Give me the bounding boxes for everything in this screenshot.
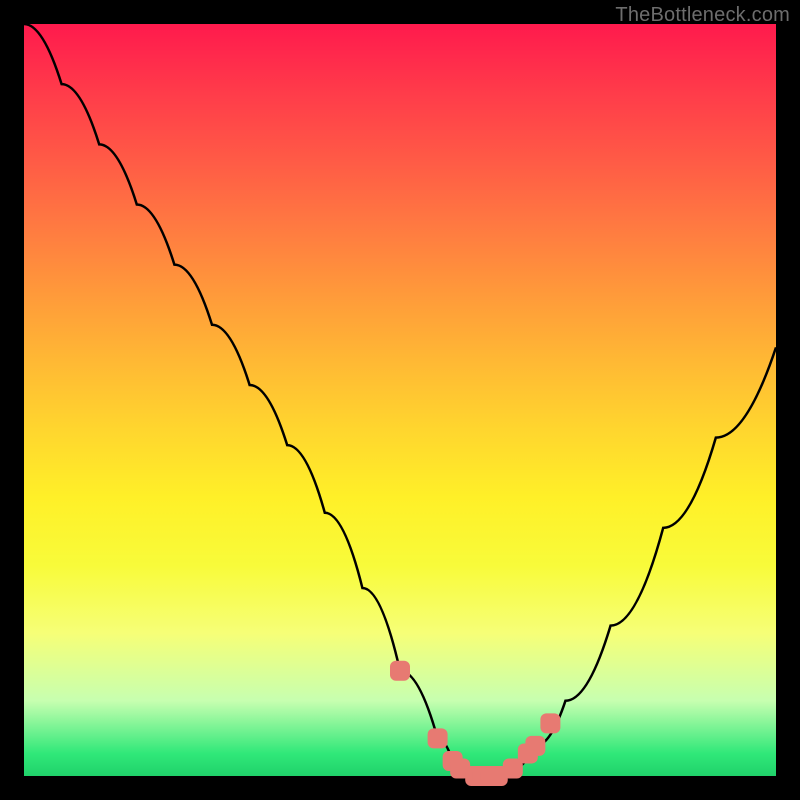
- highlight-marker: [428, 728, 448, 748]
- watermark-text: TheBottleneck.com: [615, 4, 790, 27]
- highlight-marker: [390, 661, 410, 681]
- bottleneck-chart: [0, 0, 800, 800]
- highlight-marker: [525, 736, 545, 756]
- highlight-marker: [540, 713, 560, 733]
